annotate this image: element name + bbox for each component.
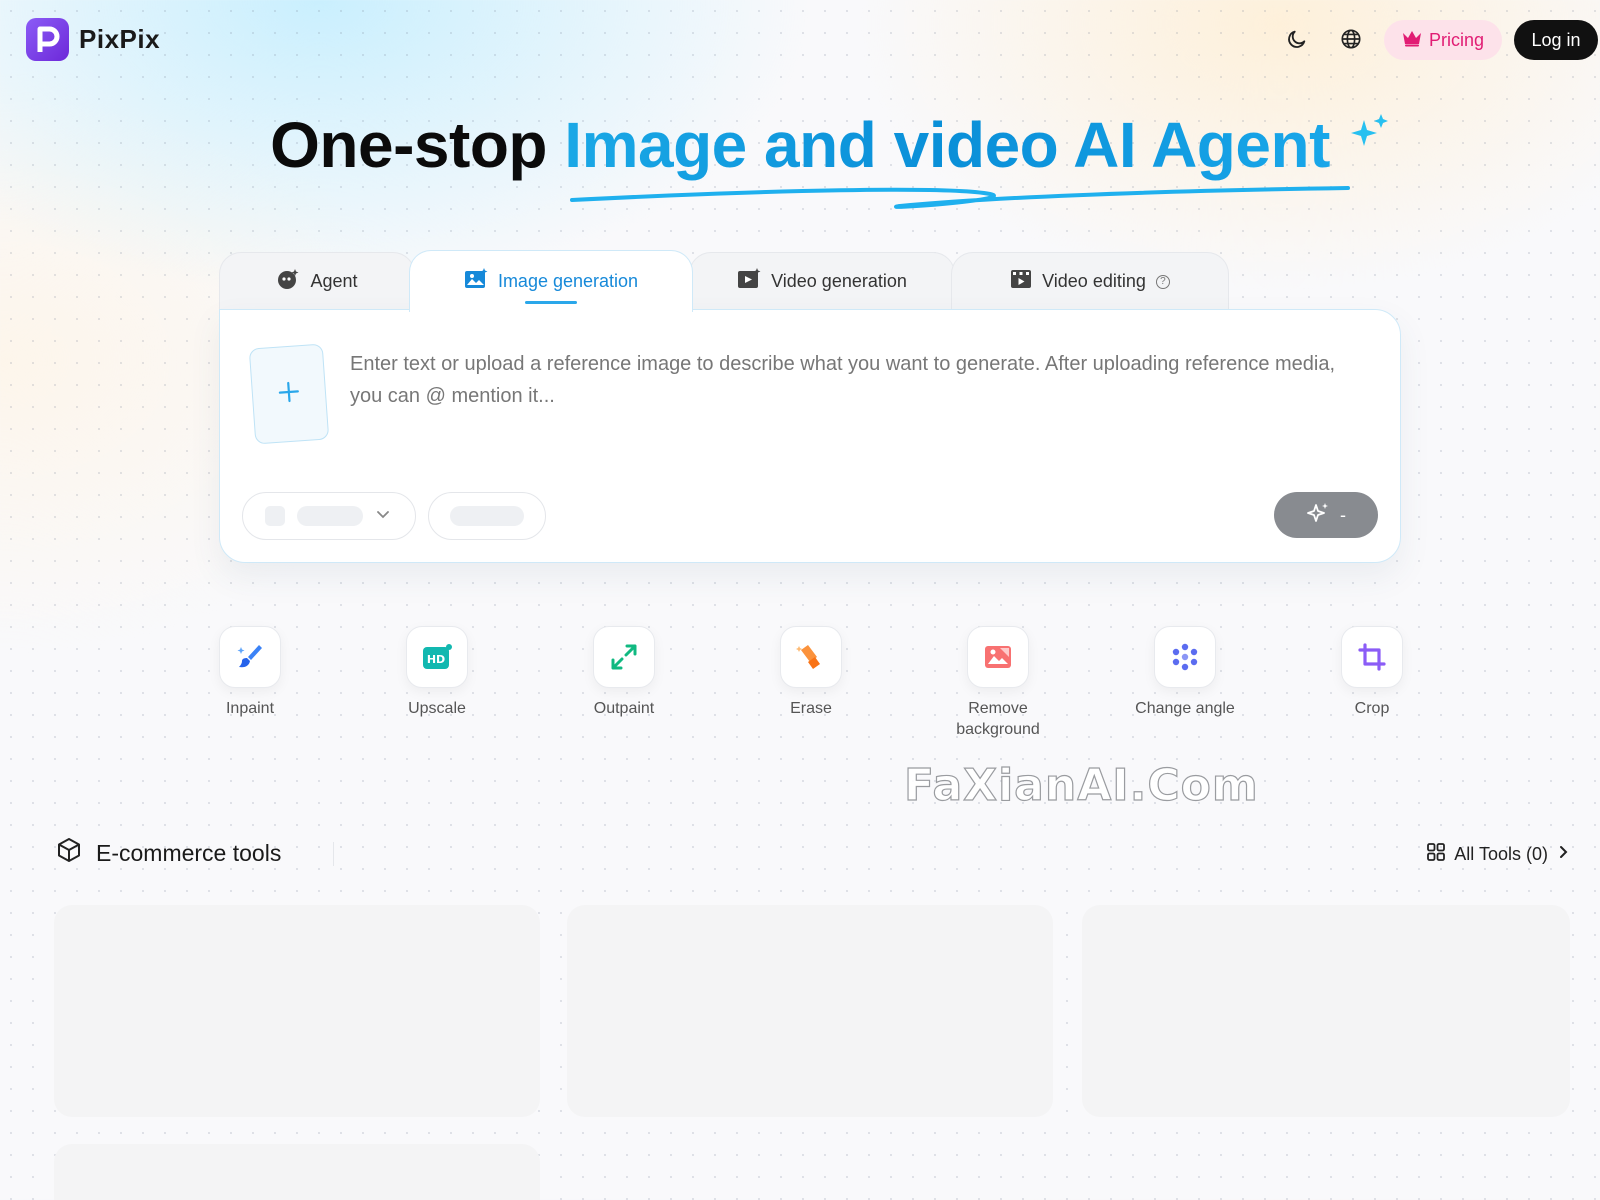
chevron-down-icon: [375, 506, 391, 527]
tool-erase[interactable]: Erase: [751, 626, 871, 719]
tool-outpaint-label: Outpaint: [593, 700, 655, 717]
hero-title-accent: Image and video AI Agent: [564, 109, 1330, 181]
agent-icon: [276, 267, 300, 296]
tab-video-editing-label: Video editing: [1042, 271, 1146, 291]
tab-image-generation-label: Image generation: [497, 271, 639, 291]
svg-text:HD: HD: [427, 653, 445, 666]
tool-change-angle-label: Change angle: [1135, 700, 1235, 717]
prompt-input[interactable]: [350, 348, 1370, 458]
sparkle-icon: [1351, 114, 1388, 146]
globe-icon[interactable]: [1338, 26, 1364, 52]
tool-remove-background-label: Remove background: [956, 700, 1040, 738]
video-icon: [737, 268, 761, 295]
image-icon: [464, 268, 488, 295]
film-icon: [1010, 269, 1032, 294]
tab-agent-label: Agent: [310, 271, 358, 291]
login-button[interactable]: Log in: [1514, 20, 1598, 60]
hero-title-plain: One-stop: [270, 109, 547, 181]
tool-card-placeholder[interactable]: [567, 905, 1053, 1117]
active-tab-indicator: [525, 301, 577, 304]
plus-icon: [277, 380, 301, 408]
crown-icon: [1402, 29, 1422, 52]
watermark-text: FaXianAI.Com: [903, 759, 1259, 811]
cube-icon: [56, 837, 82, 869]
tool-change-angle[interactable]: Change angle: [1125, 626, 1245, 719]
magic-sparkle-icon: [1306, 501, 1330, 530]
pixpix-logo-icon: [26, 18, 69, 61]
grid-icon: [1426, 842, 1446, 867]
model-select-skeleton-label: [297, 506, 363, 526]
settings-select-skeleton: [450, 506, 524, 526]
all-tools-link[interactable]: All Tools (0): [1426, 842, 1570, 867]
tool-inpaint-label: Inpaint: [225, 700, 275, 717]
prompt-composer: -: [219, 309, 1401, 563]
tab-video-generation[interactable]: Video generation: [689, 252, 955, 310]
model-select-skeleton-icon: [265, 506, 285, 526]
chevron-right-icon: [1556, 844, 1570, 865]
remove-bg-icon: [967, 626, 1029, 688]
all-tools-label: All Tools (0): [1454, 844, 1548, 864]
hd-icon: HD: [406, 626, 468, 688]
crop-icon: [1341, 626, 1403, 688]
ecommerce-section-title: E-commerce tools: [56, 837, 281, 869]
model-select[interactable]: [242, 492, 416, 540]
pricing-label: Pricing: [1428, 29, 1485, 50]
generate-cost: -: [1340, 504, 1346, 525]
eraser-icon: [780, 626, 842, 688]
settings-select[interactable]: [428, 492, 546, 540]
angle-icon: [1154, 626, 1216, 688]
tool-inpaint[interactable]: Inpaint: [190, 626, 310, 719]
tool-erase-label: Erase: [790, 700, 832, 717]
ecommerce-title-label: E-commerce tools: [96, 839, 282, 866]
generate-button[interactable]: -: [1274, 492, 1378, 538]
section-divider: [333, 842, 334, 866]
expand-icon: [593, 626, 655, 688]
brand-logo[interactable]: PixPix: [26, 18, 160, 61]
upload-reference-button[interactable]: [248, 343, 330, 445]
tab-agent[interactable]: Agent: [219, 252, 415, 310]
pricing-button[interactable]: Pricing: [1384, 20, 1502, 60]
tool-outpaint[interactable]: Outpaint: [564, 626, 684, 719]
tab-video-generation-label: Video generation: [771, 271, 907, 291]
tool-remove-background[interactable]: Remove background: [938, 626, 1058, 740]
tool-card-placeholder[interactable]: [54, 905, 540, 1117]
tool-card-placeholder[interactable]: [1082, 905, 1570, 1117]
hero-underline-swoosh: [570, 186, 1350, 209]
tool-crop[interactable]: Crop: [1312, 626, 1432, 719]
help-icon[interactable]: ?: [1155, 274, 1170, 289]
tool-crop-label: Crop: [1354, 700, 1390, 717]
moon-icon[interactable]: [1284, 26, 1310, 52]
tool-card-placeholder[interactable]: [54, 1144, 540, 1200]
tab-video-editing[interactable]: Video editing ?: [951, 252, 1229, 310]
brush-icon: [219, 626, 281, 688]
tool-upscale-label: Upscale: [408, 700, 466, 717]
tab-image-generation[interactable]: Image generation: [409, 250, 693, 312]
brand-name: PixPix: [79, 24, 161, 54]
tool-upscale[interactable]: HD Upscale: [377, 626, 497, 719]
